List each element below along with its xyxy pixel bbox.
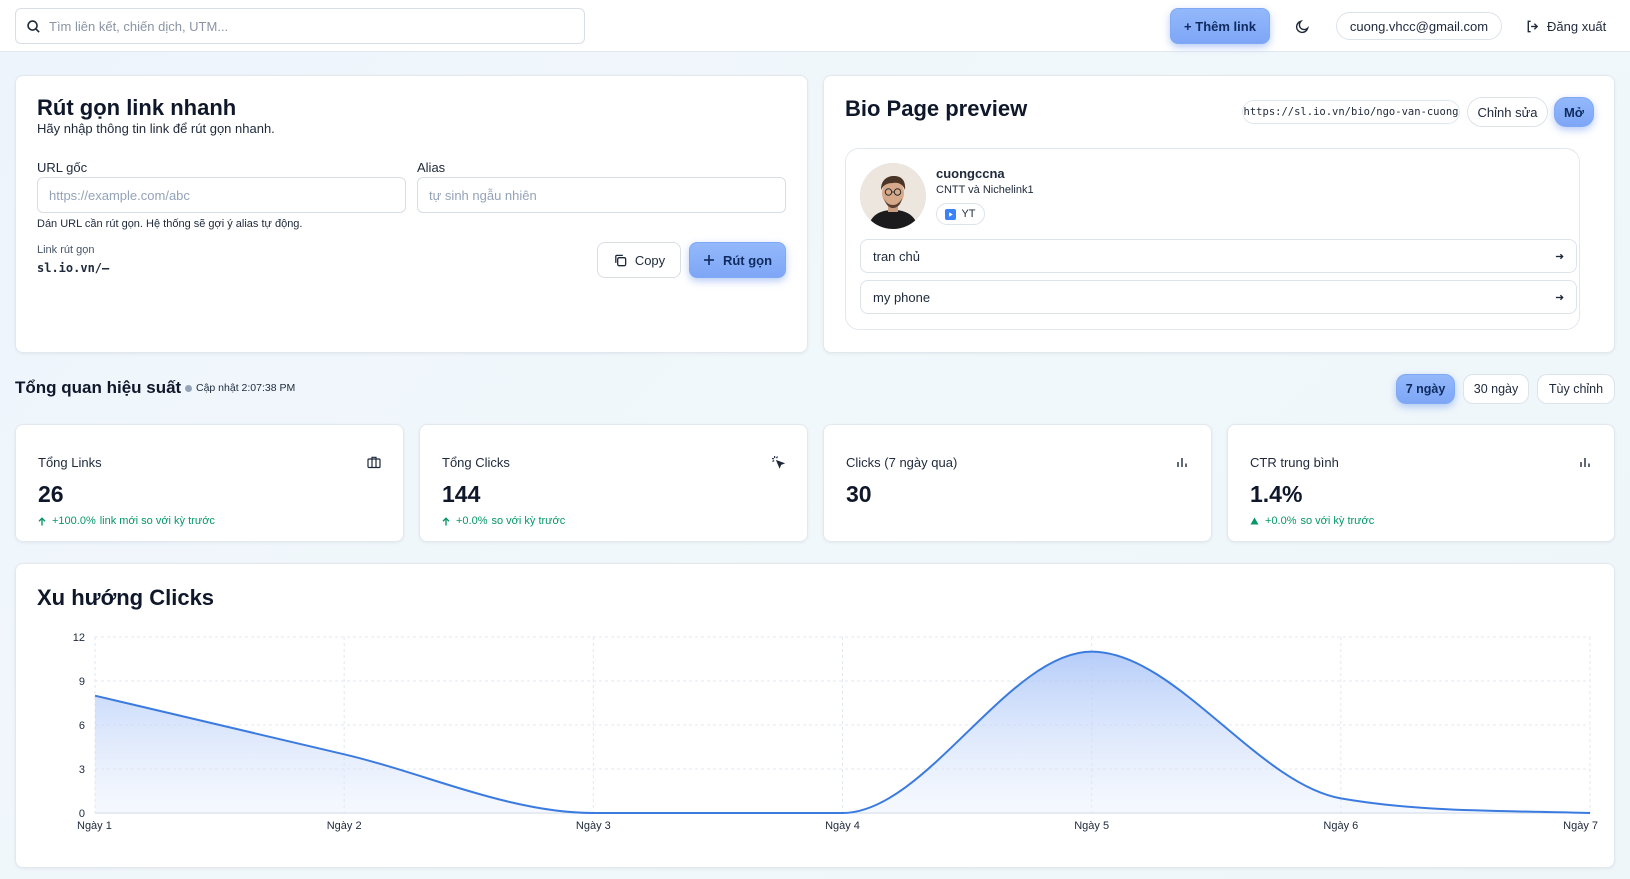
stat-delta-text: so với kỳ trước [1300,515,1375,527]
stat-title: CTR trung bình [1250,455,1339,470]
result-value: sl.io.vn/— [37,261,110,275]
y-tick-label: 12 [73,632,85,644]
stat-delta: +0.0% so với kỳ trước [442,515,565,527]
stat-card-clicks-7d: Clicks (7 ngày qua) 30 [823,424,1212,542]
stat-value: 26 [38,481,64,507]
top-bar: + Thêm link cuong.vhcc@gmail.com Đăng xu… [0,0,1630,52]
mouse-pointer-click-icon [771,455,786,469]
logout-icon [1525,19,1540,34]
bio-url-badge[interactable]: https://sl.io.vn/bio/ngo-van-cuong [1242,100,1460,124]
clicks-trend-chart: 0 3 6 9 12 Ngày 1 Ngày 2 Ngày 3 Ngày 4 Ngày 5 Ngày… [73,632,1598,832]
copy-label: Copy [634,252,666,268]
x-tick-label: Ngày 5 [1074,820,1109,832]
alias-input[interactable] [417,177,786,213]
user-email-badge[interactable]: cuong.vhcc@gmail.com [1336,12,1502,40]
x-tick-label: Ngày 3 [576,820,611,832]
stat-card-total-clicks: Tổng Clicks 144 +0.0% so với kỳ trước [419,424,808,542]
stat-title: Tổng Links [38,455,102,470]
y-tick-label: 9 [79,676,85,688]
arrow-up-icon [442,516,450,526]
stat-delta-value: +0.0% [456,515,488,527]
social-chip-youtube[interactable]: YT [936,203,985,225]
bar-chart-icon [1578,455,1592,469]
x-tick-label: Ngày 2 [327,820,362,832]
overview-title: Tổng quan hiệu suất [15,378,182,397]
shorten-button[interactable]: Rút gọn [689,242,786,278]
x-tick-label: Ngày 7 [1563,820,1598,832]
bio-link-label: my phone [873,289,931,305]
bio-name: cuongccna [936,166,1005,181]
updated-timestamp: Cập nhật 2:07:38 PM [196,382,296,394]
copy-button[interactable]: Copy [597,242,681,278]
stat-title: Clicks (7 ngày qua) [846,455,958,470]
search-input[interactable] [49,18,569,34]
stat-delta-text: so với kỳ trước [491,515,566,527]
stat-delta: +100.0% link mới so với kỳ trước [38,515,215,527]
status-dot [185,385,192,392]
y-tick-label: 6 [79,720,85,732]
range-30-days[interactable]: 30 ngày [1463,374,1529,404]
x-tick-label: Ngày 6 [1323,820,1358,832]
logout-label: Đăng xuất [1547,18,1607,34]
chart-title: Xu hướng Clicks [37,585,215,610]
briefcase-icon [367,455,381,469]
shortener-subtitle: Hãy nhập thông tin link để rút gọn nhanh… [37,121,275,136]
search-icon [26,19,41,34]
bar-chart-icon [1175,455,1189,469]
range-custom[interactable]: Tùy chỉnh [1537,374,1615,404]
alias-label: Alias [417,160,446,175]
arrow-right-icon [1555,293,1564,302]
bio-link-label: tran chủ [873,248,920,264]
social-chip-label: YT [961,208,976,220]
result-label: Link rút gọn [37,244,95,256]
logout-button[interactable]: Đăng xuất [1525,14,1606,38]
add-link-button[interactable]: + Thêm link [1170,8,1270,44]
url-label: URL gốc [37,160,88,175]
url-input[interactable] [37,177,406,213]
stat-card-ctr: CTR trung bình 1.4% +0.0% so với kỳ trướ… [1227,424,1615,542]
stat-delta-value: +100.0% [52,515,96,527]
triangle-up-icon [1250,517,1259,525]
range-7-days[interactable]: 7 ngày [1396,374,1455,404]
bio-link-item[interactable]: my phone [860,280,1577,314]
shortener-title: Rút gọn link nhanh [37,95,237,120]
moon-icon[interactable] [1290,14,1314,38]
copy-icon [613,253,628,268]
stat-delta: +0.0% so với kỳ trước [1250,515,1374,527]
arrow-up-icon [38,516,46,526]
x-tick-label: Ngày 4 [825,820,860,832]
x-tick-label: Ngày 1 [77,820,112,832]
bio-title: Bio Page preview [845,96,1028,121]
shorten-label: Rút gọn [722,252,773,268]
stat-delta-value: +0.0% [1265,515,1297,527]
youtube-icon [945,208,957,220]
open-bio-button[interactable]: Mở [1554,97,1594,127]
y-tick-label: 0 [79,808,85,820]
bio-description: CNTT và Nichelink1 [936,184,1034,196]
arrow-right-icon [1555,252,1564,261]
stat-card-total-links: Tổng Links 26 +100.0% link mới so với kỳ… [15,424,404,542]
avatar [860,163,926,229]
edit-bio-button[interactable]: Chỉnh sửa [1467,97,1548,127]
url-hint: Dán URL cần rút gọn. Hệ thống sẽ gợi ý a… [37,218,303,230]
plus-icon [703,254,715,266]
y-tick-label: 3 [79,764,85,776]
stat-title: Tổng Clicks [442,455,510,470]
search-box[interactable] [15,8,585,44]
stat-value: 1.4% [1250,481,1303,507]
stat-value: 30 [846,481,872,507]
bio-link-item[interactable]: tran chủ [860,239,1577,273]
stat-value: 144 [442,481,481,507]
stat-delta-text: link mới so với kỳ trước [99,515,215,527]
